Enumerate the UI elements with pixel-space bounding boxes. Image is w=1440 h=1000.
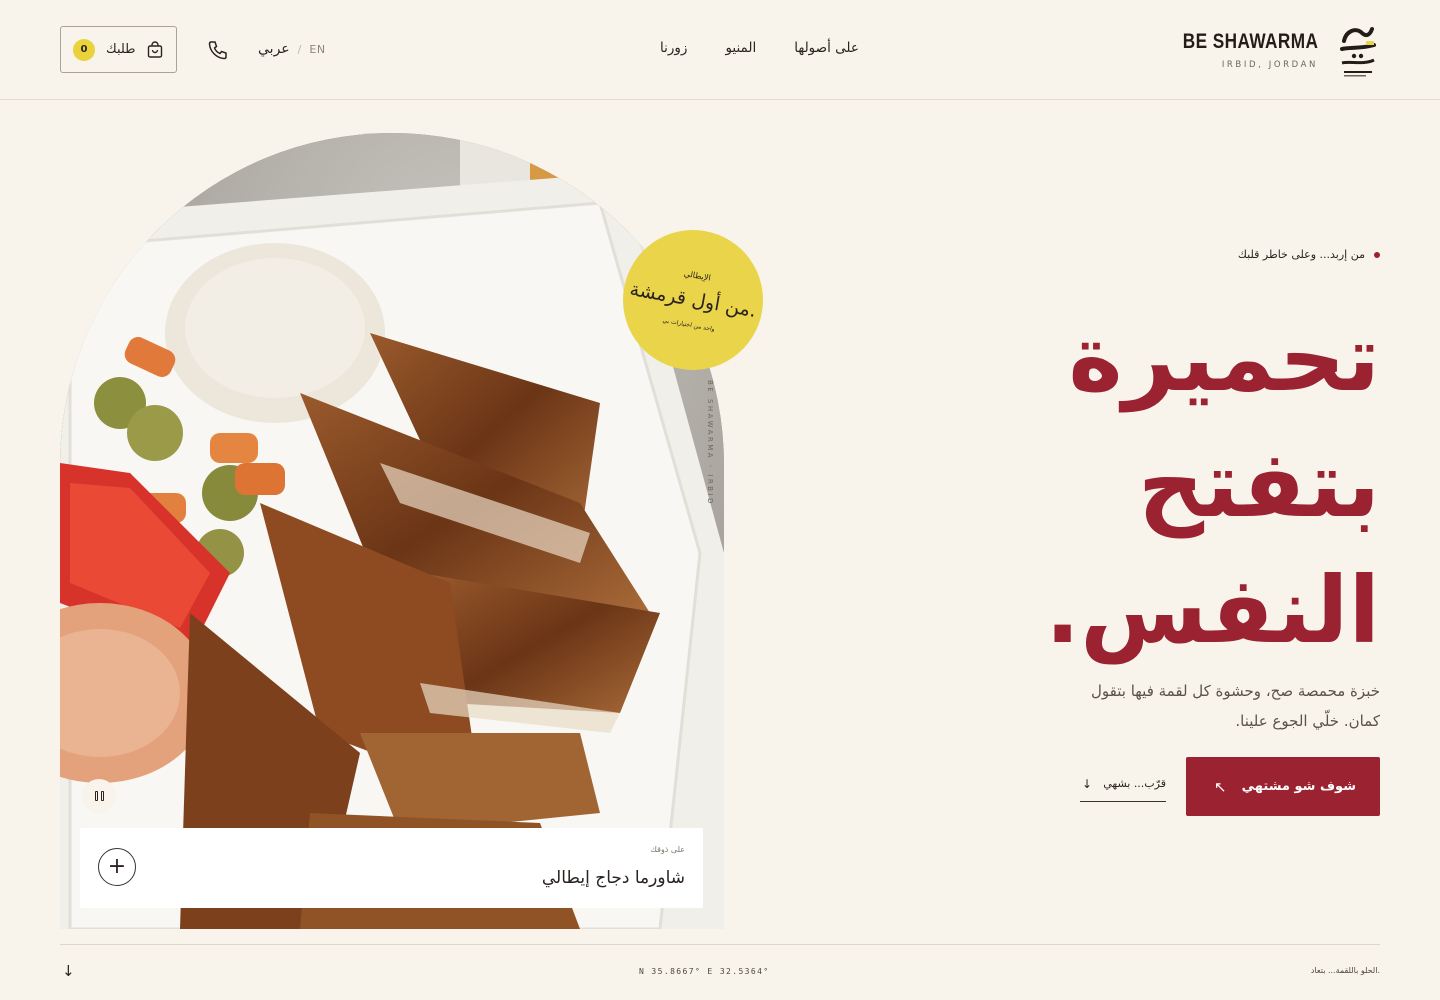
sticker-headline: من أول قرمشة. <box>628 278 758 322</box>
lang-separator: / <box>297 42 302 56</box>
headline-line-1: تحميرة <box>1068 305 1380 412</box>
brand-logo <box>1340 27 1376 77</box>
pause-button[interactable] <box>82 779 116 813</box>
site-header: 0 طلبك عربي / EN زورنا المنيو على أصولها… <box>0 0 1440 100</box>
lang-english[interactable]: EN <box>309 43 325 56</box>
caption-kicker: على ذوقك <box>650 845 685 854</box>
sticker-footnote: واحد من اختيارات بي <box>662 317 716 334</box>
tagline-dot-icon <box>1374 251 1380 258</box>
caption-title: شاورما دجاج إيطالي <box>541 868 685 888</box>
coordinates-readout: N 35.8667° E 32.5364° <box>639 967 770 976</box>
shopping-bag-icon <box>147 40 162 58</box>
brand-name: BE SHAWARMA <box>1182 30 1318 53</box>
footer-divider <box>60 944 1380 945</box>
plus-icon[interactable]: + <box>98 848 136 886</box>
footer-note: الحلو باللقمة... بتعاد. <box>1310 966 1380 975</box>
cta-label: شوف شو مشتهي <box>1241 779 1356 794</box>
cart-label: طلبك <box>106 42 136 57</box>
main-nav: زورنا المنيو على أصولها <box>660 40 859 56</box>
arrow-up-left-icon: ↖ <box>1214 777 1227 796</box>
view-menu-button[interactable]: ↖ شوف شو مشتهي <box>1186 757 1380 816</box>
pause-icon-bar-right <box>100 791 104 801</box>
nav-item-menu[interactable]: المنيو <box>725 40 756 56</box>
secondary-label: قرّب... بشهي <box>1103 777 1166 790</box>
cart-count-badge: 0 <box>73 38 95 61</box>
arrow-down-icon: ↓ <box>1082 777 1093 791</box>
lang-arabic[interactable]: عربي <box>258 41 290 57</box>
pause-icon-bar-left <box>94 791 98 801</box>
scroll-down-icon[interactable]: ↓ <box>62 962 75 980</box>
tagline-text: من إربد... وعلى خاطر قلبك <box>1237 248 1365 261</box>
cart-button[interactable]: 0 طلبك <box>60 26 177 73</box>
scroll-more-link[interactable]: ↓ قرّب... بشهي <box>1080 777 1166 802</box>
phone-icon[interactable] <box>207 39 229 61</box>
language-switcher: عربي / EN <box>258 41 326 57</box>
nav-item-about[interactable]: على أصولها <box>794 40 859 56</box>
sticker-kicker: الإيطالي <box>683 269 712 283</box>
hero-food-image <box>60 133 724 929</box>
hero-description: خبزة محمصة صح، وحشوة كل لقمة فيها بتقول … <box>1090 682 1380 730</box>
brand[interactable]: BE SHAWARMA IRBID, JORDAN <box>1153 18 1380 82</box>
food-photo-illustration <box>60 133 724 929</box>
dish-caption-card: + على ذوقك شاورما دجاج إيطالي <box>80 828 703 908</box>
brand-location: IRBID, JORDAN <box>1221 60 1318 70</box>
hero-tagline: من إربد... وعلى خاطر قلبك <box>1238 248 1380 261</box>
image-side-label: BE SHAWARMA · IRBID <box>706 380 714 506</box>
nav-item-visit[interactable]: زورنا <box>660 40 687 56</box>
hero-headline: تحميرة بتفتح النفس. <box>1020 296 1380 674</box>
headline-line-2: بتفتح <box>1137 431 1380 538</box>
headline-line-3: النفس. <box>1045 557 1380 664</box>
